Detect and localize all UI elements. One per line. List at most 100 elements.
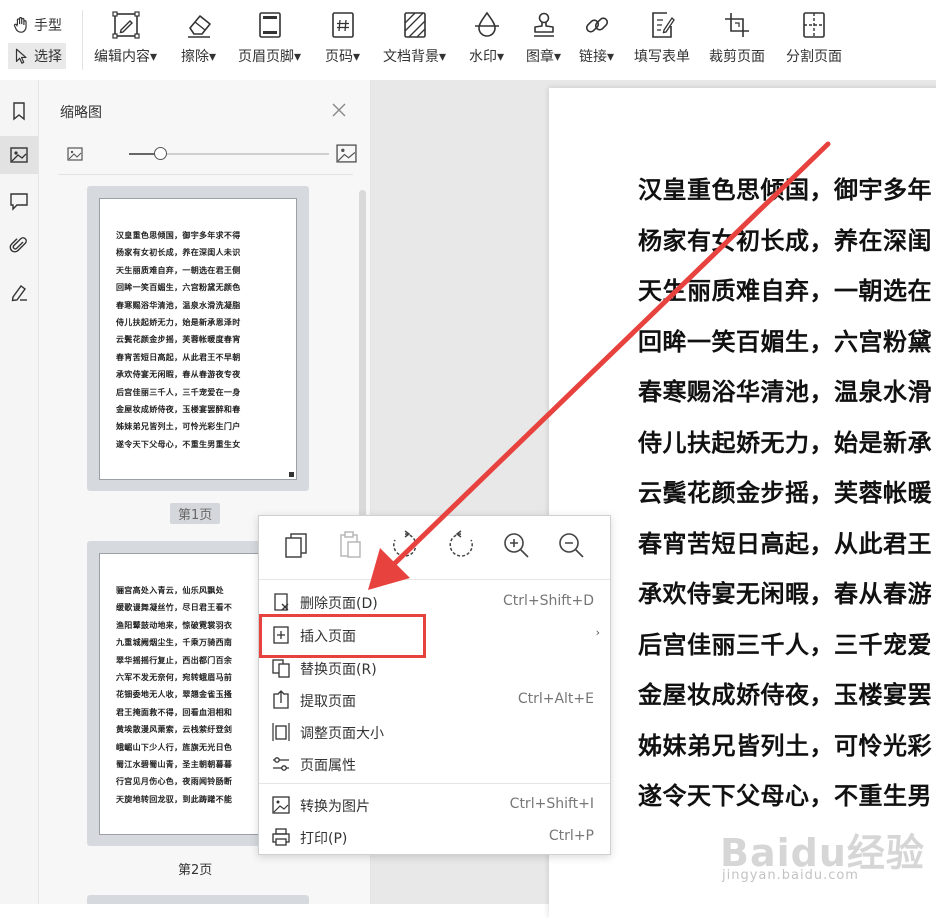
link-label: 链接 <box>579 49 607 65</box>
fill-form-icon <box>652 12 675 38</box>
dropdown-marker: ▾ <box>497 49 505 65</box>
link-icon <box>585 17 608 33</box>
fill-form-button[interactable]: 填写表单 <box>634 10 690 66</box>
signature-panel-button[interactable] <box>0 273 38 311</box>
menu-item-label: 页面属性 <box>300 758 356 774</box>
dropdown-marker: ▾ <box>554 49 562 65</box>
menu-item-label: 替换页面(R) <box>300 662 377 678</box>
thumbnail-text-line: 春宵苦短日高起，从此君王不早朝 <box>116 352 241 362</box>
bookmark-panel-button[interactable] <box>0 92 38 130</box>
hand-tool-label: 手型 <box>34 18 62 34</box>
thumbnail-text-line: 汉皇重色思倾国，御宇多年求不得 <box>116 231 241 240</box>
page-thumbnail-1[interactable]: 汉皇重色思倾国，御宇多年求不得 杨家有女初长成，养在深闺人未识 天生丽质难自弃，一朝… <box>87 186 309 491</box>
eraser-button[interactable]: 擦除▾ <box>181 10 216 66</box>
dropdown-marker: ▾ <box>439 49 447 65</box>
large-image-icon[interactable] <box>336 143 357 164</box>
thumbnail-text-line: 姊妹弟兄皆列土，可怜光彩生门户 <box>116 422 241 432</box>
zoom-slider-handle[interactable] <box>154 147 167 160</box>
thumbnail-text-line: 侍儿扶起娇无力，始是新承恩泽时 <box>116 318 241 328</box>
page-number-label: 页码 <box>325 49 353 65</box>
crop-page-button[interactable]: 裁剪页面 <box>709 10 765 66</box>
signature-icon <box>11 285 27 302</box>
watermark-button[interactable]: 水印▾ <box>469 10 504 66</box>
menu-item-page-properties[interactable]: 页面属性 <box>259 748 610 780</box>
thumbnail-text-line: 杨家有女初长成，养在深闺人未识 <box>116 248 241 258</box>
thumbnail-text-line: 后宫佳丽三千人，三千宠爱在一身 <box>116 387 241 397</box>
thumbnail-text-line: 天旋地转回龙驭，到此踌躇不能 <box>116 794 233 804</box>
edit-content-button[interactable]: 编辑内容▾ <box>94 10 157 66</box>
document-text-line: 后宫佳丽三千人，三千宠爱 <box>638 630 932 659</box>
stamp-label: 图章 <box>526 49 554 65</box>
rotate-right-icon[interactable] <box>390 530 420 560</box>
menu-item-label: 删除页面(D) <box>300 596 378 612</box>
eraser-label: 擦除 <box>181 49 209 65</box>
page-number-icon <box>331 12 354 38</box>
convert-to-image-icon <box>272 796 290 814</box>
thumbnail-panel-button[interactable] <box>0 136 38 174</box>
baidu-watermark: Baidu经验 jingyan.baidu.com <box>720 822 924 892</box>
thumbnail-text-line: 六军不发无奈何，宛转蛾眉马前 <box>116 673 233 683</box>
split-page-icon <box>803 12 825 38</box>
menu-item-shortcut: Ctrl+P <box>548 828 594 844</box>
stamp-icon <box>533 12 554 37</box>
fill-form-label: 填写表单 <box>634 49 690 65</box>
stamp-button[interactable]: 图章▾ <box>526 10 561 66</box>
rotate-left-icon[interactable] <box>446 530 476 560</box>
hand-tool-button[interactable]: 手型 <box>8 12 66 38</box>
page-thumbnail-sheet: 汉皇重色思倾国，御宇多年求不得 杨家有女初长成，养在深闺人未识 天生丽质难自弃，一朝… <box>99 198 297 480</box>
menu-item-label: 打印(P) <box>300 831 348 847</box>
crop-page-label: 裁剪页面 <box>709 49 765 65</box>
small-image-icon[interactable] <box>67 146 83 162</box>
comment-panel-button[interactable] <box>0 182 38 220</box>
dropdown-marker: ▾ <box>209 49 217 65</box>
menu-item-resize-page[interactable]: 调整页面大小 <box>259 716 610 748</box>
thumbnail-text-line: 缓歌谩舞凝丝竹，尽日君王看不 <box>116 603 233 613</box>
dropdown-marker: ▾ <box>294 49 302 65</box>
thumbnail-text-line: 君王掩面救不得，回看血泪相和 <box>116 707 233 717</box>
crop-page-icon <box>725 13 749 37</box>
zoom-out-icon[interactable] <box>556 530 586 560</box>
hand-icon <box>13 17 27 33</box>
document-background-button[interactable]: 文档背景▾ <box>383 10 446 66</box>
print-icon <box>272 828 290 846</box>
watermark-label: 水印 <box>469 49 497 65</box>
page-number-button[interactable]: 页码▾ <box>325 10 360 66</box>
thumbnail-text-line: 行宫见月伤心色，夜雨闻铃肠断 <box>116 777 233 787</box>
thumbnail-text-line: 春寒赐浴华清池，温泉水滑洗凝脂 <box>116 300 241 310</box>
close-icon[interactable] <box>331 102 347 118</box>
menu-item-print[interactable]: 打印(P) Ctrl+P <box>259 821 610 853</box>
attachment-icon <box>9 237 27 253</box>
link-button[interactable]: 链接▾ <box>579 10 614 66</box>
menu-separator <box>259 579 610 580</box>
document-background-label: 文档背景 <box>383 49 439 65</box>
thumbnail-text-line: 翠华摇摇行复止，西出都门百余 <box>116 655 233 665</box>
menu-item-extract-page[interactable]: 提取页面 Ctrl+Alt+E <box>259 684 610 716</box>
page-2-label: 第2页 <box>178 863 213 878</box>
attachment-panel-button[interactable] <box>0 226 38 264</box>
copy-page-icon[interactable] <box>281 530 311 560</box>
context-icon-row <box>259 516 610 578</box>
document-text-line: 汉皇重色思倾国，御宇多年 <box>638 176 932 204</box>
menu-item-shortcut: Ctrl+Shift+D <box>503 593 594 609</box>
header-footer-icon <box>258 12 281 38</box>
document-text-line: 承欢侍宴无闲暇，春从春游 <box>638 580 932 608</box>
resize-page-icon <box>272 723 290 741</box>
menu-item-convert-to-image[interactable]: 转换为图片 Ctrl+Shift+I <box>259 789 610 821</box>
paste-page-icon[interactable] <box>335 530 365 560</box>
page-context-menu: 删除页面(D) Ctrl+Shift+D 插入页面 › 替换页面(R) 提取页面… <box>258 515 611 855</box>
eraser-icon <box>187 15 211 38</box>
thumbnail-text-line: 回眸一笑百媚生，六宫粉黛无颜色 <box>116 283 241 293</box>
document-text-line: 云鬓花颜金步摇，芙蓉帐暖 <box>638 479 932 507</box>
split-page-button[interactable]: 分割页面 <box>786 10 842 66</box>
document-background-icon <box>403 12 426 38</box>
toolbar-divider <box>82 10 83 70</box>
page-thumbnail-3[interactable] <box>87 895 309 904</box>
select-tool-button[interactable]: 选择 <box>8 43 66 69</box>
document-text-line: 天生丽质难自弃，一朝选在 <box>638 277 932 305</box>
watermark-url: jingyan.baidu.com <box>722 868 859 883</box>
zoom-in-icon[interactable] <box>501 530 531 560</box>
document-text-line: 姊妹弟兄皆列土，可怜光彩 <box>638 731 932 760</box>
thumbnail-text-line: 峨嵋山下少人行，旌旗无光日色 <box>116 742 233 752</box>
thumbnail-icon <box>10 147 28 163</box>
header-footer-button[interactable]: 页眉页脚▾ <box>238 10 301 66</box>
